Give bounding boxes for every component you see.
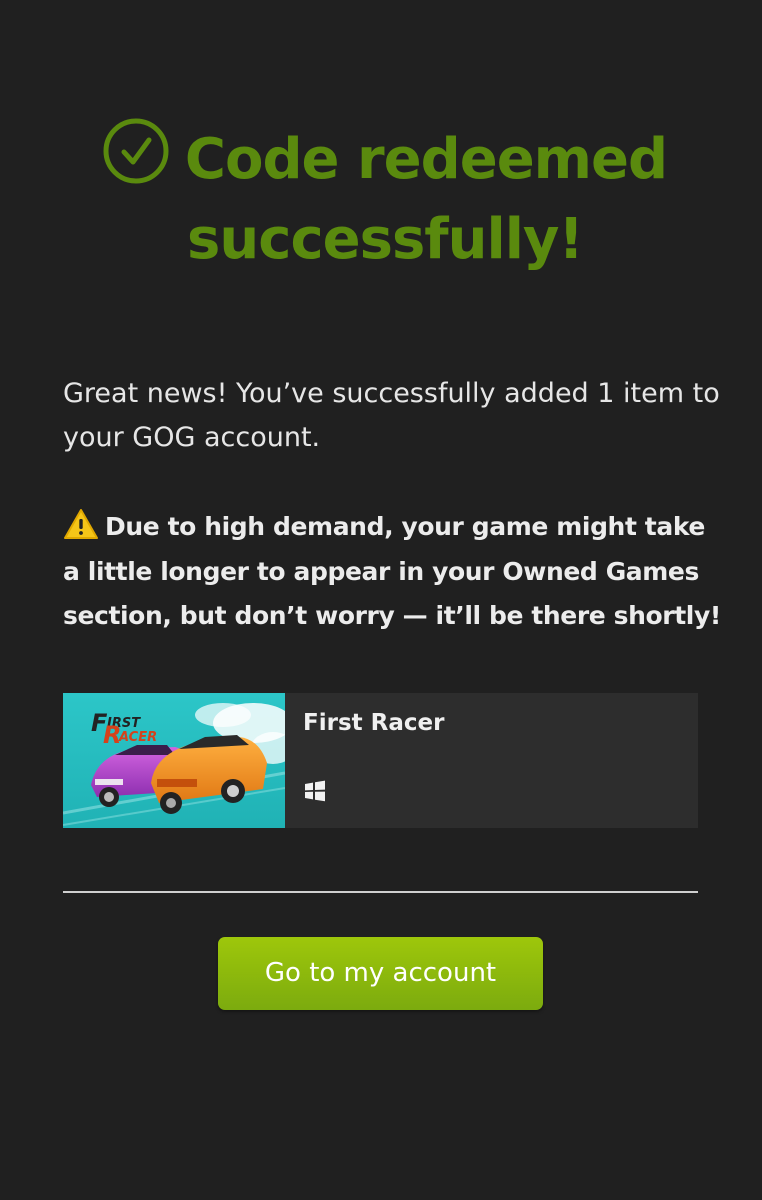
success-heading-line-1: Code redeemed [60,118,710,200]
delay-notice-text: Due to high demand, your game might take… [63,512,721,630]
check-circle-icon [103,118,169,184]
cover-logo-line-2: ACER [118,730,157,745]
game-cover-image: F IRST R ACER [63,693,285,828]
success-heading: Code redeemed successfully! [60,118,710,280]
go-to-account-button[interactable]: Go to my account [218,937,543,1010]
windows-icon [305,780,325,802]
product-card[interactable]: F IRST R ACER First Racer [63,693,698,828]
divider [63,891,698,893]
heading-text-line-1: Code redeemed [184,127,668,192]
product-info: First Racer [285,693,698,828]
success-message: Great news! You’ve successfully added 1 … [63,378,720,453]
heading-text-line-2: successfully! [187,207,584,272]
game-title[interactable]: First Racer [303,710,444,736]
delay-notice: Due to high demand, your game might take… [63,505,723,639]
warning-icon [64,509,98,539]
